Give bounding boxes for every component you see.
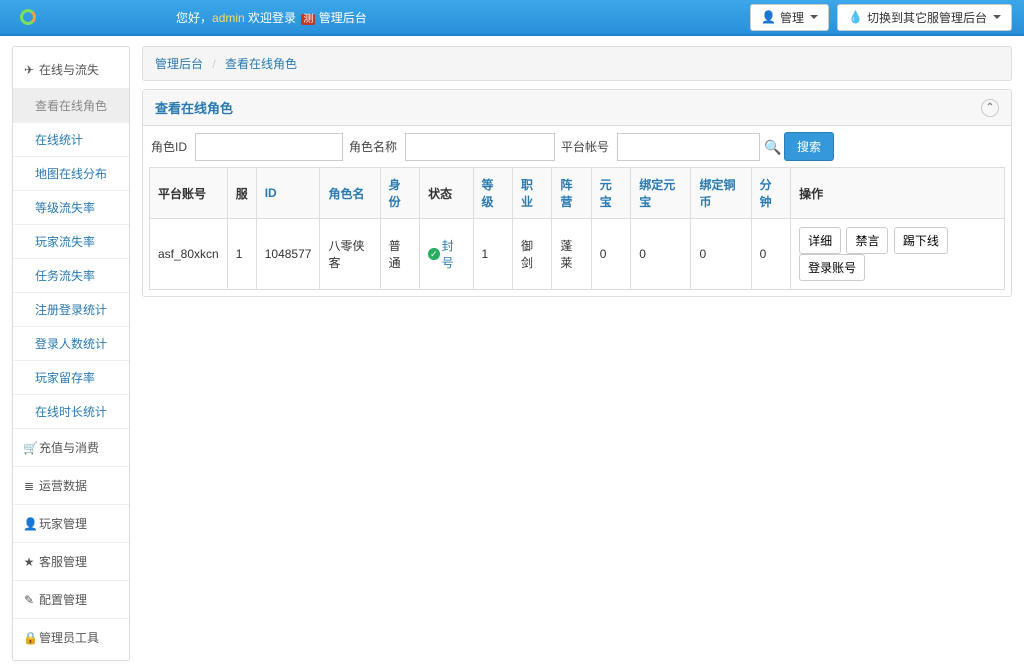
manage-dropdown[interactable]: 👤 管理	[750, 4, 829, 31]
panel: 查看在线角色 ⌃ 角色ID 角色名称 平台帐号 🔍 搜索	[142, 89, 1012, 297]
caret-down-icon	[810, 15, 818, 19]
cell-server: 1	[227, 219, 256, 290]
th-job[interactable]: 职业	[512, 168, 551, 219]
lock-icon: 🔒	[23, 631, 35, 645]
cell-minutes: 0	[751, 219, 790, 290]
platform-input[interactable]	[617, 133, 760, 161]
sidebar-item-map-dist[interactable]: 地图在线分布	[13, 157, 129, 191]
th-ops: 操作	[791, 168, 1005, 219]
panel-title: 查看在线角色	[155, 98, 233, 117]
check-circle-icon: ✓	[428, 248, 439, 260]
search-icon: 🔍	[764, 139, 780, 155]
star-icon: ★	[23, 555, 35, 569]
table-row: asf_80xkcn 1 1048577 八零侠客 普通 ✓ 封号	[150, 219, 1005, 290]
sidebar-group-config[interactable]: ✎ 配置管理	[13, 580, 129, 618]
sidebar-group-recharge[interactable]: 🛒 充值与消费	[13, 428, 129, 466]
detail-button[interactable]: 详细	[799, 227, 841, 254]
top-header: 您好，admin 欢迎登录 测 管理后台 👤 管理 💧 切换到其它服管理后台	[0, 0, 1024, 36]
sidebar-item-online-time[interactable]: 在线时长统计	[13, 395, 129, 428]
cell-gold: 0	[591, 219, 630, 290]
collapse-toggle[interactable]: ⌃	[981, 99, 999, 117]
tint-icon: 💧	[848, 10, 863, 24]
cell-ops: 详细 禁言 踢下线 登录账号	[791, 219, 1005, 290]
sidebar-group-online[interactable]: ✈ 在线与流失	[13, 51, 129, 88]
sidebar-group-ops-data[interactable]: ≣ 运营数据	[13, 466, 129, 504]
th-identity[interactable]: 身份	[380, 168, 419, 219]
th-id[interactable]: ID	[256, 168, 320, 219]
sidebar-item-level-churn[interactable]: 等级流失率	[13, 191, 129, 225]
cell-platform: asf_80xkcn	[150, 219, 228, 290]
caret-down-icon	[993, 15, 1001, 19]
panel-header: 查看在线角色 ⌃	[143, 90, 1011, 126]
th-level[interactable]: 等级	[473, 168, 512, 219]
login-account-button[interactable]: 登录账号	[799, 254, 865, 281]
role-name-label: 角色名称	[347, 138, 401, 155]
greeting-text: 您好，admin 欢迎登录 测 管理后台	[176, 9, 367, 26]
switch-server-button[interactable]: 💧 切换到其它服管理后台	[837, 4, 1012, 31]
cell-bound-copper: 0	[691, 219, 751, 290]
env-badge: 测	[301, 14, 315, 25]
th-bound-gold[interactable]: 绑定元宝	[631, 168, 691, 219]
pencil-icon: ✎	[23, 593, 35, 607]
sidebar-item-register-login[interactable]: 注册登录统计	[13, 293, 129, 327]
cell-status: ✓ 封号	[420, 219, 473, 290]
breadcrumb-root[interactable]: 管理后台	[155, 57, 203, 71]
sidebar-group-support[interactable]: ★ 客服管理	[13, 542, 129, 580]
th-camp[interactable]: 阵营	[552, 168, 591, 219]
sidebar-group-player-mgmt[interactable]: 👤 玩家管理	[13, 504, 129, 542]
sidebar-item-retention[interactable]: 玩家留存率	[13, 361, 129, 395]
breadcrumb-current[interactable]: 查看在线角色	[225, 57, 297, 71]
sidebar: ✈ 在线与流失 查看在线角色 在线统计 地图在线分布 等级流失率 玩家流失率 任…	[12, 46, 130, 661]
chevron-up-icon: ⌃	[986, 102, 994, 113]
th-gold[interactable]: 元宝	[591, 168, 630, 219]
th-status: 状态	[420, 168, 473, 219]
sidebar-item-player-churn[interactable]: 玩家流失率	[13, 225, 129, 259]
breadcrumb: 管理后台 / 查看在线角色	[142, 46, 1012, 81]
platform-label: 平台帐号	[559, 138, 613, 155]
cell-identity: 普通	[380, 219, 419, 290]
th-minutes[interactable]: 分钟	[751, 168, 790, 219]
mute-button[interactable]: 禁言	[846, 227, 888, 254]
user-icon: 👤	[23, 517, 35, 531]
th-platform: 平台账号	[150, 168, 228, 219]
cell-job: 御剑	[512, 219, 551, 290]
sidebar-item-login-count[interactable]: 登录人数统计	[13, 327, 129, 361]
cart-icon: 🛒	[23, 441, 35, 455]
list-icon: ≣	[23, 479, 35, 493]
logo-icon	[20, 9, 36, 25]
breadcrumb-sep: /	[212, 57, 215, 71]
username: admin	[212, 11, 245, 25]
cell-camp: 蓬莱	[552, 219, 591, 290]
cell-level: 1	[473, 219, 512, 290]
role-name-input[interactable]	[405, 133, 555, 161]
results-table: 平台账号 服 ID 角色名 身份 状态 等级 职业 阵营 元宝 绑定元宝 绑定铜…	[149, 167, 1005, 290]
search-row: 角色ID 角色名称 平台帐号 🔍 搜索	[149, 132, 1005, 161]
kick-button[interactable]: 踢下线	[894, 227, 948, 254]
sidebar-submenu: 查看在线角色 在线统计 地图在线分布 等级流失率 玩家流失率 任务流失率 注册登…	[13, 88, 129, 428]
th-bound-copper[interactable]: 绑定铜币	[691, 168, 751, 219]
role-id-input[interactable]	[195, 133, 343, 161]
sidebar-item-view-online[interactable]: 查看在线角色	[13, 89, 129, 123]
table-header-row: 平台账号 服 ID 角色名 身份 状态 等级 职业 阵营 元宝 绑定元宝 绑定铜…	[150, 168, 1005, 219]
th-server: 服	[227, 168, 256, 219]
plane-icon: ✈	[23, 63, 35, 77]
cell-id: 1048577	[256, 219, 320, 290]
sidebar-item-task-churn[interactable]: 任务流失率	[13, 259, 129, 293]
user-icon: 👤	[761, 10, 776, 24]
th-role-name[interactable]: 角色名	[320, 168, 380, 219]
sidebar-item-online-stats[interactable]: 在线统计	[13, 123, 129, 157]
cell-bound-gold: 0	[631, 219, 691, 290]
status-text: 封号	[442, 237, 465, 271]
role-id-label: 角色ID	[149, 138, 191, 155]
search-button[interactable]: 搜索	[784, 132, 834, 161]
cell-role-name: 八零侠客	[320, 219, 380, 290]
sidebar-group-admin-tools[interactable]: 🔒 管理员工具	[13, 618, 129, 656]
